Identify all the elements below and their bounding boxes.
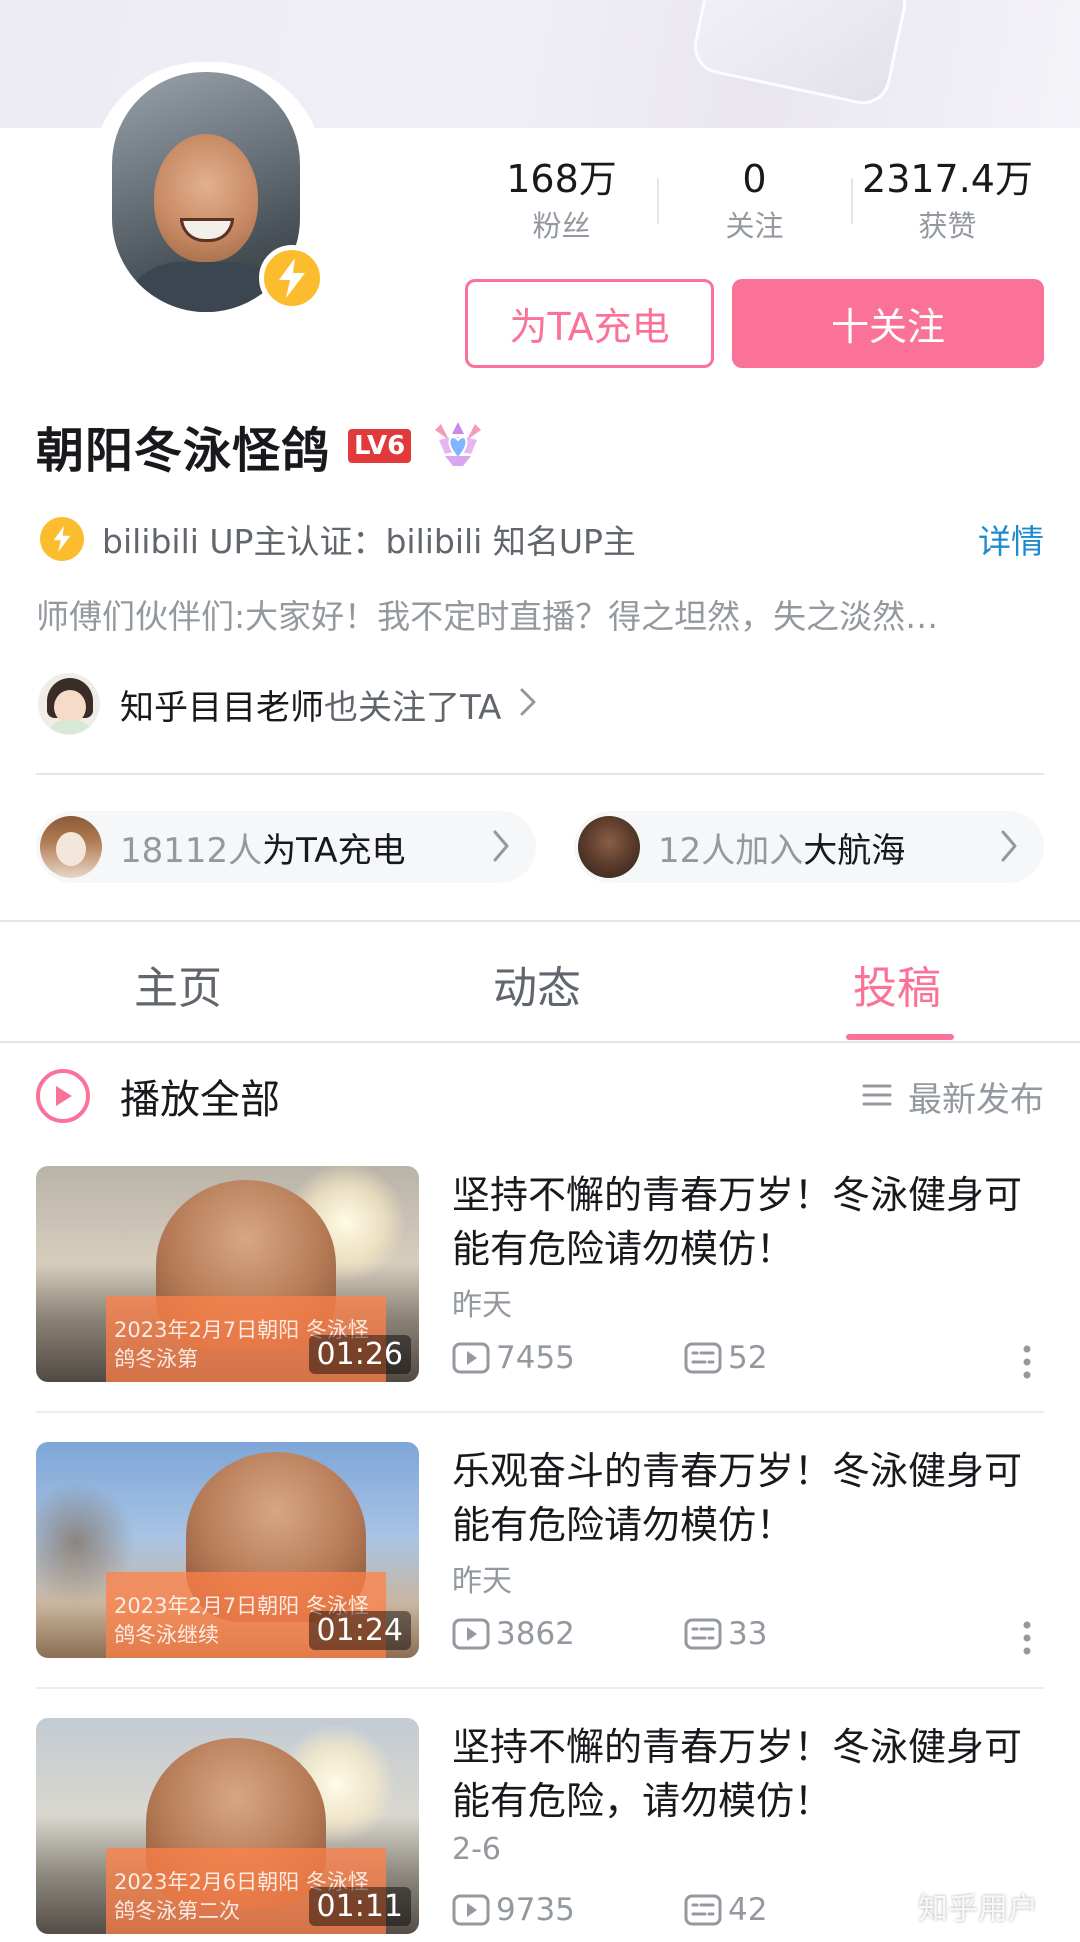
view-count-value: 9735 bbox=[496, 1892, 575, 1928]
charge-rank-text: 18112人为TA充电 bbox=[120, 823, 406, 872]
profile-bio[interactable]: 师傅们伙伴们:大家好！我不定时直播？得之坦然，失之淡然… bbox=[36, 590, 1036, 638]
video-item[interactable]: 2023年2月7日朝阳 冬泳怪鸽冬泳第 01:26 坚持不懈的青春万岁！冬泳健身… bbox=[36, 1166, 1044, 1386]
danmaku-count-value: 33 bbox=[728, 1616, 768, 1652]
banner-decoration bbox=[688, 0, 912, 110]
video-date: 2-6 bbox=[452, 1832, 501, 1867]
video-duration: 01:26 bbox=[308, 1335, 411, 1374]
play-circle-icon[interactable] bbox=[36, 1069, 90, 1123]
stat-value: 0 bbox=[742, 157, 767, 201]
view-count: 3862 bbox=[452, 1616, 684, 1652]
charge-count: 18112人 bbox=[120, 830, 263, 871]
video-thumbnail[interactable]: 2023年2月7日朝阳 冬泳怪鸽冬泳继续 01:24 bbox=[36, 1442, 419, 1658]
lightning-bolt-icon bbox=[40, 517, 84, 561]
stat-label: 获赞 bbox=[918, 209, 977, 243]
danmaku-count: 52 bbox=[684, 1340, 767, 1376]
play-count-icon bbox=[452, 1342, 490, 1374]
video-item[interactable]: 2023年2月6日朝阳 冬泳怪鸽冬泳第二次 01:11 坚持不懈的青春万岁！冬泳… bbox=[36, 1718, 1044, 1938]
danmaku-count: 33 bbox=[684, 1616, 767, 1652]
tab-uploads[interactable]: 投稿 bbox=[853, 952, 941, 1016]
play-count-icon bbox=[452, 1894, 490, 1926]
verify-detail-link[interactable]: 详情 bbox=[978, 515, 1044, 563]
sort-label: 最新发布 bbox=[908, 1079, 1044, 1120]
more-vertical-icon[interactable] bbox=[1022, 1620, 1032, 1660]
play-count-icon bbox=[452, 1618, 490, 1650]
stat-likes[interactable]: 2317.4万 获赞 bbox=[851, 156, 1044, 256]
fleet-count: 12人加入 bbox=[658, 830, 804, 871]
video-thumbnail[interactable]: 2023年2月7日朝阳 冬泳怪鸽冬泳第 01:26 bbox=[36, 1166, 419, 1382]
divider bbox=[36, 1687, 1044, 1689]
follow-button[interactable]: 十关注 bbox=[732, 279, 1044, 368]
charge-button[interactable]: 为TA充电 bbox=[465, 279, 714, 368]
level-badge: LV6 bbox=[348, 429, 412, 463]
profile-stats: 168万 粉丝 0 关注 2317.4万 获赞 bbox=[465, 156, 1045, 256]
video-date: 昨天 bbox=[452, 1288, 512, 1323]
stat-value: 168万 bbox=[506, 157, 617, 201]
danmaku-count: 42 bbox=[684, 1892, 767, 1928]
danmaku-count-value: 52 bbox=[728, 1340, 768, 1376]
mutual-follow-row[interactable]: 知乎目目老师也关注了TA bbox=[38, 672, 537, 736]
video-meta: 7455 52 bbox=[452, 1336, 1042, 1380]
name-row: 朝阳冬泳怪鸽 LV6 bbox=[36, 414, 485, 479]
sort-button[interactable]: 最新发布 bbox=[862, 1072, 1044, 1121]
video-title[interactable]: 坚持不懈的青春万岁！冬泳健身可能有危险，请勿模仿！ bbox=[452, 1720, 1042, 1828]
watermark: 知乎用户 bbox=[918, 1892, 1038, 1927]
charge-rank-pill[interactable]: 18112人为TA充电 bbox=[36, 811, 536, 883]
video-title[interactable]: 坚持不懈的青春万岁！冬泳健身可能有危险请勿模仿！ bbox=[452, 1168, 1042, 1276]
danmaku-icon bbox=[684, 1894, 722, 1926]
stat-following[interactable]: 0 关注 bbox=[658, 156, 851, 256]
sort-list-icon bbox=[862, 1076, 892, 1116]
mutual-follow-text: 知乎目目老师也关注了TA bbox=[120, 680, 501, 729]
chevron-right-icon bbox=[1000, 829, 1018, 867]
avatar bbox=[38, 673, 100, 735]
lightning-bolt-icon bbox=[259, 245, 325, 311]
video-title[interactable]: 乐观奋斗的青春万岁！冬泳健身可能有危险请勿模仿！ bbox=[452, 1444, 1042, 1552]
divider bbox=[36, 773, 1044, 775]
more-vertical-icon[interactable] bbox=[1022, 1344, 1032, 1384]
stat-label: 粉丝 bbox=[532, 209, 591, 243]
view-count: 7455 bbox=[452, 1340, 684, 1376]
view-count-value: 3862 bbox=[496, 1616, 575, 1652]
list-header: 播放全部 最新发布 bbox=[36, 1068, 1044, 1124]
avatar bbox=[578, 816, 640, 878]
danmaku-icon bbox=[684, 1618, 722, 1650]
charge-suffix: 为TA充电 bbox=[262, 830, 406, 871]
chevron-right-icon bbox=[492, 829, 510, 867]
video-meta: 3862 33 bbox=[452, 1612, 1042, 1656]
video-duration: 01:11 bbox=[308, 1887, 411, 1926]
tab-bar: 主页 动态 投稿 bbox=[0, 922, 1080, 1042]
video-duration: 01:24 bbox=[308, 1611, 411, 1650]
tab-dynamic[interactable]: 动态 bbox=[493, 952, 581, 1016]
fleet-text: 12人加入大航海 bbox=[658, 823, 905, 872]
tab-active-indicator bbox=[846, 1034, 954, 1040]
tab-home[interactable]: 主页 bbox=[134, 952, 222, 1016]
stat-value: 2317.4万 bbox=[862, 157, 1033, 201]
video-thumbnail[interactable]: 2023年2月6日朝阳 冬泳怪鸽冬泳第二次 01:11 bbox=[36, 1718, 419, 1934]
medal-icon[interactable] bbox=[431, 420, 485, 472]
view-count: 9735 bbox=[452, 1892, 684, 1928]
danmaku-icon bbox=[684, 1342, 722, 1374]
stat-divider bbox=[657, 178, 659, 224]
profile-name: 朝阳冬泳怪鸽 bbox=[36, 423, 331, 479]
danmaku-count-value: 42 bbox=[728, 1892, 768, 1928]
stat-label: 关注 bbox=[725, 209, 784, 243]
video-date: 昨天 bbox=[452, 1564, 512, 1599]
fleet-suffix: 大航海 bbox=[803, 830, 906, 871]
play-all-button[interactable]: 播放全部 bbox=[120, 1067, 280, 1125]
verify-row: bilibili UP主认证：bilibili 知名UP主 详情 bbox=[40, 513, 1044, 565]
mutual-name: 知乎目目老师 bbox=[120, 687, 324, 728]
video-item[interactable]: 2023年2月7日朝阳 冬泳怪鸽冬泳继续 01:24 乐观奋斗的青春万岁！冬泳健… bbox=[36, 1442, 1044, 1662]
stat-divider bbox=[851, 178, 853, 224]
chevron-right-icon bbox=[519, 687, 537, 721]
view-count-value: 7455 bbox=[496, 1340, 575, 1376]
fleet-pill[interactable]: 12人加入大航海 bbox=[574, 811, 1044, 883]
divider bbox=[0, 1041, 1080, 1043]
avatar bbox=[40, 816, 102, 878]
verify-text: bilibili UP主认证：bilibili 知名UP主 bbox=[102, 522, 636, 561]
mutual-suffix: 也关注了TA bbox=[324, 687, 502, 728]
stat-fans[interactable]: 168万 粉丝 bbox=[465, 156, 658, 256]
divider bbox=[36, 1411, 1044, 1413]
